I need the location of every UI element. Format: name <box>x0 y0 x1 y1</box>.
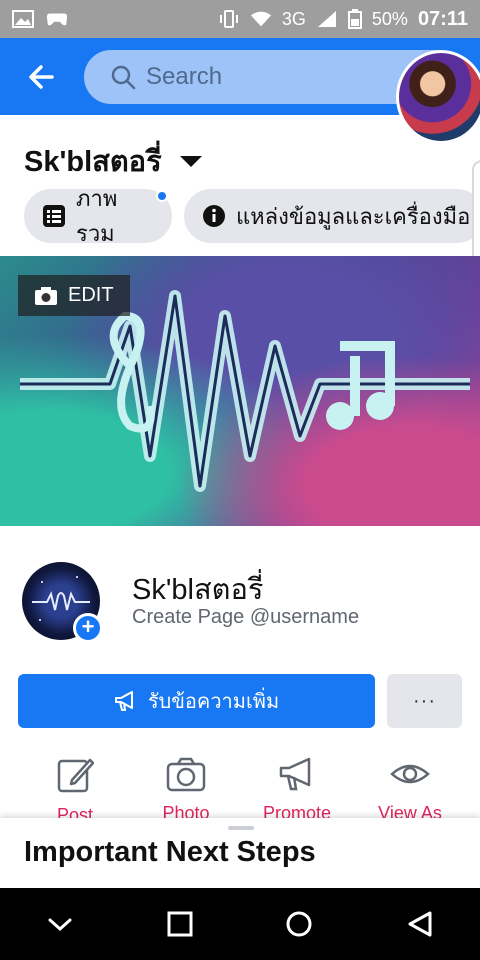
action-photo[interactable]: Photo <box>131 756 241 824</box>
notification-dot <box>156 190 168 202</box>
get-more-messages-button[interactable]: รับข้อความเพิ่ม <box>18 674 375 728</box>
megaphone-icon <box>114 691 133 711</box>
edit-cover-label: EDIT <box>68 284 114 306</box>
next-steps-sheet[interactable]: Important Next Steps <box>0 818 480 888</box>
camera-icon <box>35 286 57 305</box>
edit-icon <box>57 758 95 793</box>
system-nav-bar <box>0 888 480 960</box>
page-title-row[interactable]: Sk'blสตอรี่ <box>24 138 202 184</box>
recent-apps-icon[interactable] <box>167 911 193 937</box>
sheet-heading: Important Next Steps <box>24 836 316 868</box>
image-icon <box>12 10 34 28</box>
list-icon <box>43 205 65 227</box>
tab-resources-tools-label: แหล่งข้อมูลและเครื่องมือ <box>236 203 471 229</box>
status-bar: 3G 50% 07:11 <box>0 0 480 38</box>
network-type: 3G <box>281 8 306 29</box>
cover-photo[interactable]: EDIT <box>0 256 480 526</box>
wifi-icon <box>250 11 271 27</box>
action-post[interactable]: Post <box>20 756 130 826</box>
back-triangle-icon[interactable] <box>406 910 434 938</box>
page-title: Sk'blสตอรี่ <box>24 146 162 178</box>
more-icon: ··· <box>413 689 436 712</box>
add-photo-badge[interactable]: + <box>73 613 103 643</box>
search-input[interactable] <box>146 63 406 91</box>
game-controller-icon <box>46 13 68 26</box>
more-options-button[interactable]: ··· <box>387 674 462 728</box>
tab-resources-tools[interactable]: แหล่งข้อมูลและเครื่องมือ <box>184 189 480 243</box>
caret-down-icon[interactable] <box>179 155 202 167</box>
camera-icon <box>166 757 206 792</box>
tab-overview[interactable]: ภาพรวม <box>24 186 172 246</box>
clock: 07:11 <box>417 7 468 30</box>
info-icon <box>203 205 225 227</box>
megaphone-icon <box>279 757 311 791</box>
battery-icon <box>347 9 362 29</box>
app-bar <box>0 38 480 144</box>
back-arrow-icon <box>29 65 54 89</box>
vibrate-icon <box>219 10 238 28</box>
user-avatar[interactable] <box>396 50 480 144</box>
back-button[interactable] <box>22 62 62 92</box>
search-icon <box>111 65 136 90</box>
action-promote[interactable]: Promote <box>242 756 352 824</box>
home-icon[interactable] <box>285 910 313 938</box>
battery-percent: 50% <box>371 8 408 29</box>
edit-cover-button[interactable]: EDIT <box>18 275 130 316</box>
eye-icon <box>390 764 430 784</box>
action-view-as[interactable]: View As <box>355 756 465 824</box>
chevron-down-icon[interactable] <box>46 914 74 934</box>
tab-overview-label: ภาพรวม <box>76 186 118 246</box>
signal-icon <box>317 11 336 27</box>
create-username-link[interactable]: Create Page @username <box>132 606 359 629</box>
sheet-grip[interactable] <box>228 826 254 830</box>
cta-label: รับข้อความเพิ่ม <box>147 691 280 713</box>
